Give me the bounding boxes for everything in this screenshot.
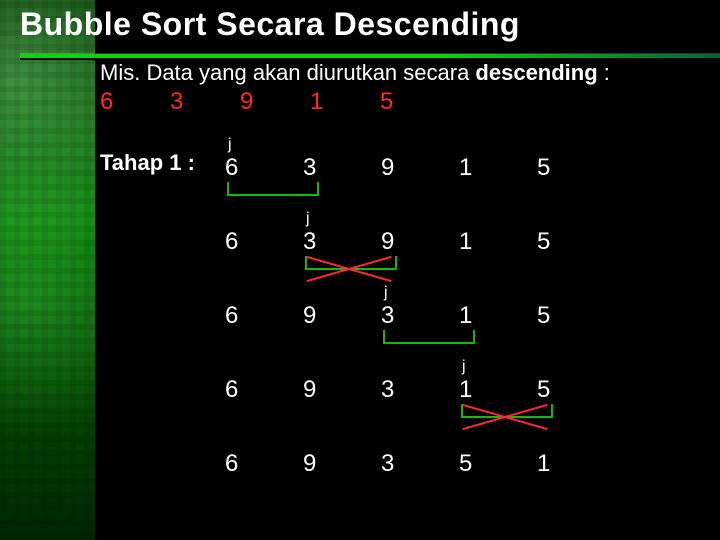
num: 9 xyxy=(381,154,459,182)
init-val-2: 9 xyxy=(240,88,310,116)
step-row: j 6 3 9 1 5 xyxy=(225,214,665,288)
compare-bracket xyxy=(383,330,475,344)
num: 6 xyxy=(225,376,303,404)
j-marker: j xyxy=(462,358,466,376)
step-values: 6 9 3 1 5 xyxy=(225,302,615,330)
step-values: 6 9 3 5 1 xyxy=(225,450,615,478)
num: 3 xyxy=(303,228,381,256)
intro-prefix: Mis. Data yang akan diurutkan secara xyxy=(100,60,475,85)
num: 5 xyxy=(537,154,615,182)
j-marker: j xyxy=(228,136,232,154)
page-title: Bubble Sort Secara Descending xyxy=(20,6,700,43)
num: 6 xyxy=(225,450,303,478)
step-row: j 6 9 3 1 5 xyxy=(225,362,665,436)
num: 5 xyxy=(537,228,615,256)
compare-bracket xyxy=(461,404,553,418)
init-val-0: 6 xyxy=(100,88,170,116)
initial-data-row: 6 3 9 1 5 xyxy=(100,88,700,116)
num: 6 xyxy=(225,228,303,256)
num: 5 xyxy=(537,302,615,330)
step-values: 6 3 9 1 5 xyxy=(225,154,615,182)
intro-bold: descending xyxy=(475,60,597,85)
num: 1 xyxy=(459,302,537,330)
num: 9 xyxy=(303,302,381,330)
step-values: 6 3 9 1 5 xyxy=(225,228,615,256)
j-marker: j xyxy=(384,284,388,302)
compare-bracket xyxy=(305,256,397,270)
init-val-4: 5 xyxy=(380,88,450,116)
num: 3 xyxy=(381,376,459,404)
step-values: 6 9 3 1 5 xyxy=(225,376,615,404)
num: 1 xyxy=(459,376,537,404)
title-wrap: Bubble Sort Secara Descending xyxy=(20,6,700,43)
title-underline xyxy=(20,54,720,58)
num: 5 xyxy=(459,450,537,478)
num: 9 xyxy=(303,376,381,404)
step-row: 6 9 3 5 1 xyxy=(225,436,665,510)
num: 3 xyxy=(381,302,459,330)
num: 9 xyxy=(381,228,459,256)
num: 1 xyxy=(459,154,537,182)
num: 6 xyxy=(225,154,303,182)
slide: Bubble Sort Secara Descending Mis. Data … xyxy=(0,0,720,540)
j-marker: j xyxy=(306,210,310,228)
num: 5 xyxy=(537,376,615,404)
num: 1 xyxy=(459,228,537,256)
intro-suffix: : xyxy=(598,60,610,85)
num: 1 xyxy=(537,450,615,478)
stage-label: Tahap 1 : xyxy=(100,150,195,176)
num: 3 xyxy=(381,450,459,478)
intro-line: Mis. Data yang akan diurutkan secara des… xyxy=(100,60,700,86)
init-val-1: 3 xyxy=(170,88,240,116)
decorative-left-band xyxy=(0,0,95,540)
compare-bracket xyxy=(227,182,319,196)
step-row: j 6 3 9 1 5 xyxy=(225,140,665,214)
steps-area: j 6 3 9 1 5 j 6 3 9 1 5 j xyxy=(225,140,665,510)
content-area: Mis. Data yang akan diurutkan secara des… xyxy=(100,60,700,134)
init-val-3: 1 xyxy=(310,88,380,116)
num: 9 xyxy=(303,450,381,478)
num: 6 xyxy=(225,302,303,330)
num: 3 xyxy=(303,154,381,182)
step-row: j 6 9 3 1 5 xyxy=(225,288,665,362)
